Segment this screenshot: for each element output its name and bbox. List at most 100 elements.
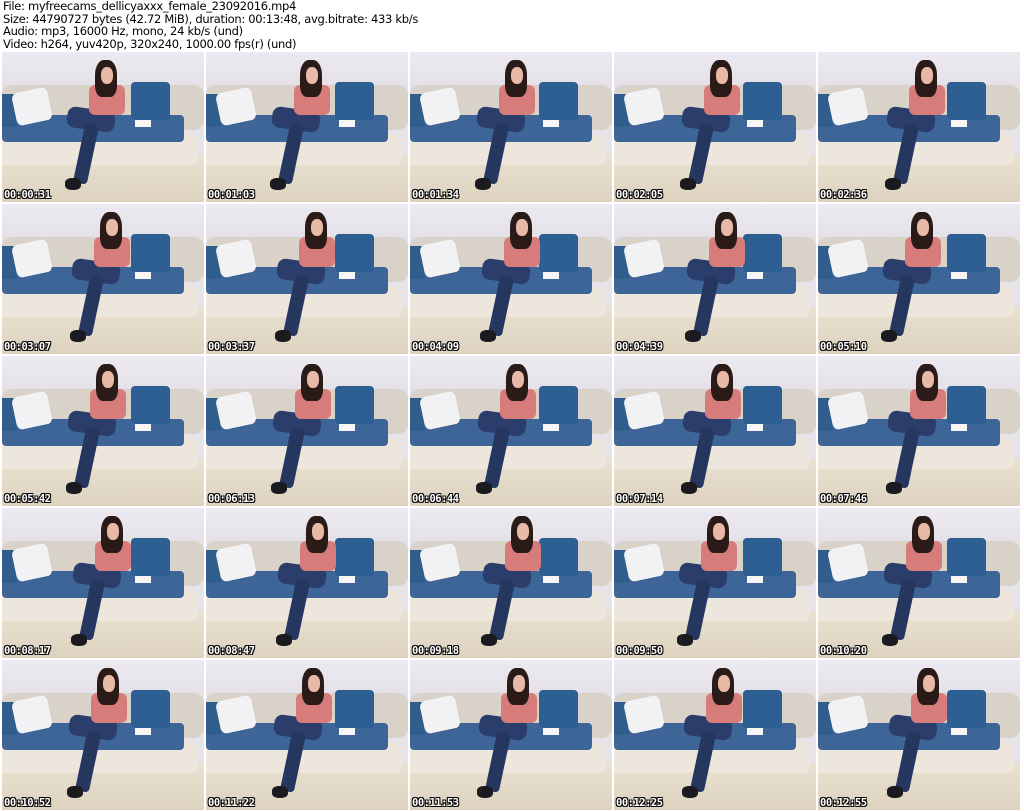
video-frame-thumbnail: 00:09:50 <box>614 508 816 658</box>
video-frame-thumbnail: 00:07:46 <box>818 356 1020 506</box>
frame-cushion3 <box>539 538 578 576</box>
frame-cushion1 <box>623 238 666 278</box>
frame-shoe <box>69 330 86 342</box>
frame-cushion1 <box>419 542 462 582</box>
frame-shoe <box>270 482 287 494</box>
frame-paper <box>135 119 152 127</box>
frame-timestamp: 00:05:10 <box>820 341 867 353</box>
frame-cushion3 <box>947 386 986 424</box>
frame-paper <box>135 727 152 735</box>
frame-cushion3 <box>131 386 170 424</box>
frame-cushion1 <box>419 86 462 126</box>
frame-cushion3 <box>335 82 374 120</box>
frame-cushion1 <box>11 238 54 278</box>
video-frame-thumbnail: 00:12:25 <box>614 660 816 810</box>
frame-paper <box>339 575 356 583</box>
frame-shoe <box>680 482 697 494</box>
frame-cushion3 <box>131 690 170 728</box>
video-frame-thumbnail: 00:12:55 <box>818 660 1020 810</box>
frame-cushion3 <box>131 234 170 272</box>
frame-paper <box>135 575 152 583</box>
frame-paper <box>543 271 560 279</box>
frame-face <box>918 523 931 540</box>
frame-cushion3 <box>743 234 782 272</box>
frame-cushion1 <box>827 86 870 126</box>
frame-cushion3 <box>743 386 782 424</box>
frame-paper <box>543 575 560 583</box>
frame-shoe <box>475 482 492 494</box>
frame-timestamp: 00:03:37 <box>208 341 255 353</box>
frame-paper <box>951 423 968 431</box>
audio-info: Audio: mp3, 16000 Hz, mono, 24 kb/s (und… <box>3 24 243 38</box>
frame-face <box>517 523 530 540</box>
frame-shoe <box>884 178 901 190</box>
frame-cushion3 <box>947 690 986 728</box>
video-frame-thumbnail: 00:08:47 <box>206 508 408 658</box>
video-frame-thumbnail: 00:06:13 <box>206 356 408 506</box>
video-frame-thumbnail: 00:00:31 <box>2 52 204 202</box>
video-frame-thumbnail: 00:11:53 <box>410 660 612 810</box>
frame-cushion1 <box>623 694 666 734</box>
frame-cushion3 <box>743 690 782 728</box>
frame-face <box>103 675 116 692</box>
video-frame-thumbnail: 00:04:39 <box>614 204 816 354</box>
frame-cushion1 <box>827 694 870 734</box>
thumbnail-grid: 00:00:31 00:01:03 00:01:34 00:02:05 00:02:36… <box>2 52 1020 810</box>
frame-face <box>717 371 730 388</box>
frame-cushion1 <box>827 238 870 278</box>
video-info: Video: h264, yuv420p, 320x240, 1000.00 f… <box>3 36 297 51</box>
file-info-header: File: myfreecams_dellicyaxxx_female_2309… <box>3 0 418 50</box>
frame-timestamp: 00:03:07 <box>4 341 51 353</box>
frame-cushion3 <box>335 538 374 576</box>
frame-cushion1 <box>215 86 258 126</box>
frame-cushion3 <box>539 386 578 424</box>
frame-paper <box>543 423 560 431</box>
frame-paper <box>951 575 968 583</box>
frame-shoe <box>885 482 902 494</box>
video-frame-thumbnail: 00:11:22 <box>206 660 408 810</box>
frame-cushion1 <box>419 238 462 278</box>
frame-cushion1 <box>215 694 258 734</box>
frame-timestamp: 00:10:52 <box>4 797 51 809</box>
frame-face <box>511 67 524 84</box>
frame-timestamp: 00:06:13 <box>208 493 255 505</box>
video-frame-thumbnail: 00:05:42 <box>2 356 204 506</box>
frame-face <box>106 219 119 236</box>
frame-timestamp: 00:04:09 <box>412 341 459 353</box>
frame-shoe <box>275 634 292 646</box>
frame-face <box>312 523 325 540</box>
frame-timestamp: 00:10:20 <box>820 645 867 657</box>
frame-paper <box>951 271 968 279</box>
frame-face <box>307 371 320 388</box>
frame-face <box>917 219 930 236</box>
frame-paper <box>951 727 968 735</box>
frame-shoe <box>269 178 286 190</box>
frame-shoe <box>880 330 897 342</box>
frame-cushion1 <box>215 238 258 278</box>
frame-cushion1 <box>827 390 870 430</box>
frame-face <box>306 67 319 84</box>
frame-timestamp: 00:07:46 <box>820 493 867 505</box>
frame-paper <box>747 119 764 127</box>
frame-cushion1 <box>215 390 258 430</box>
frame-shoe <box>65 482 82 494</box>
video-frame-thumbnail: 00:09:18 <box>410 508 612 658</box>
frame-face <box>922 371 935 388</box>
frame-shoe <box>676 634 693 646</box>
frame-face <box>513 675 526 692</box>
frame-cushion3 <box>947 234 986 272</box>
frame-timestamp: 00:08:47 <box>208 645 255 657</box>
video-frame-thumbnail: 00:07:14 <box>614 356 816 506</box>
frame-cushion3 <box>335 234 374 272</box>
frame-cushion3 <box>539 234 578 272</box>
frame-face <box>516 219 529 236</box>
frame-paper <box>339 119 356 127</box>
frame-paper <box>135 423 152 431</box>
video-frame-thumbnail: 00:08:17 <box>2 508 204 658</box>
frame-paper <box>543 119 560 127</box>
frame-face <box>107 523 120 540</box>
frame-cushion1 <box>623 542 666 582</box>
video-frame-thumbnail: 00:10:20 <box>818 508 1020 658</box>
frame-timestamp: 00:01:34 <box>412 189 459 201</box>
frame-cushion3 <box>743 538 782 576</box>
